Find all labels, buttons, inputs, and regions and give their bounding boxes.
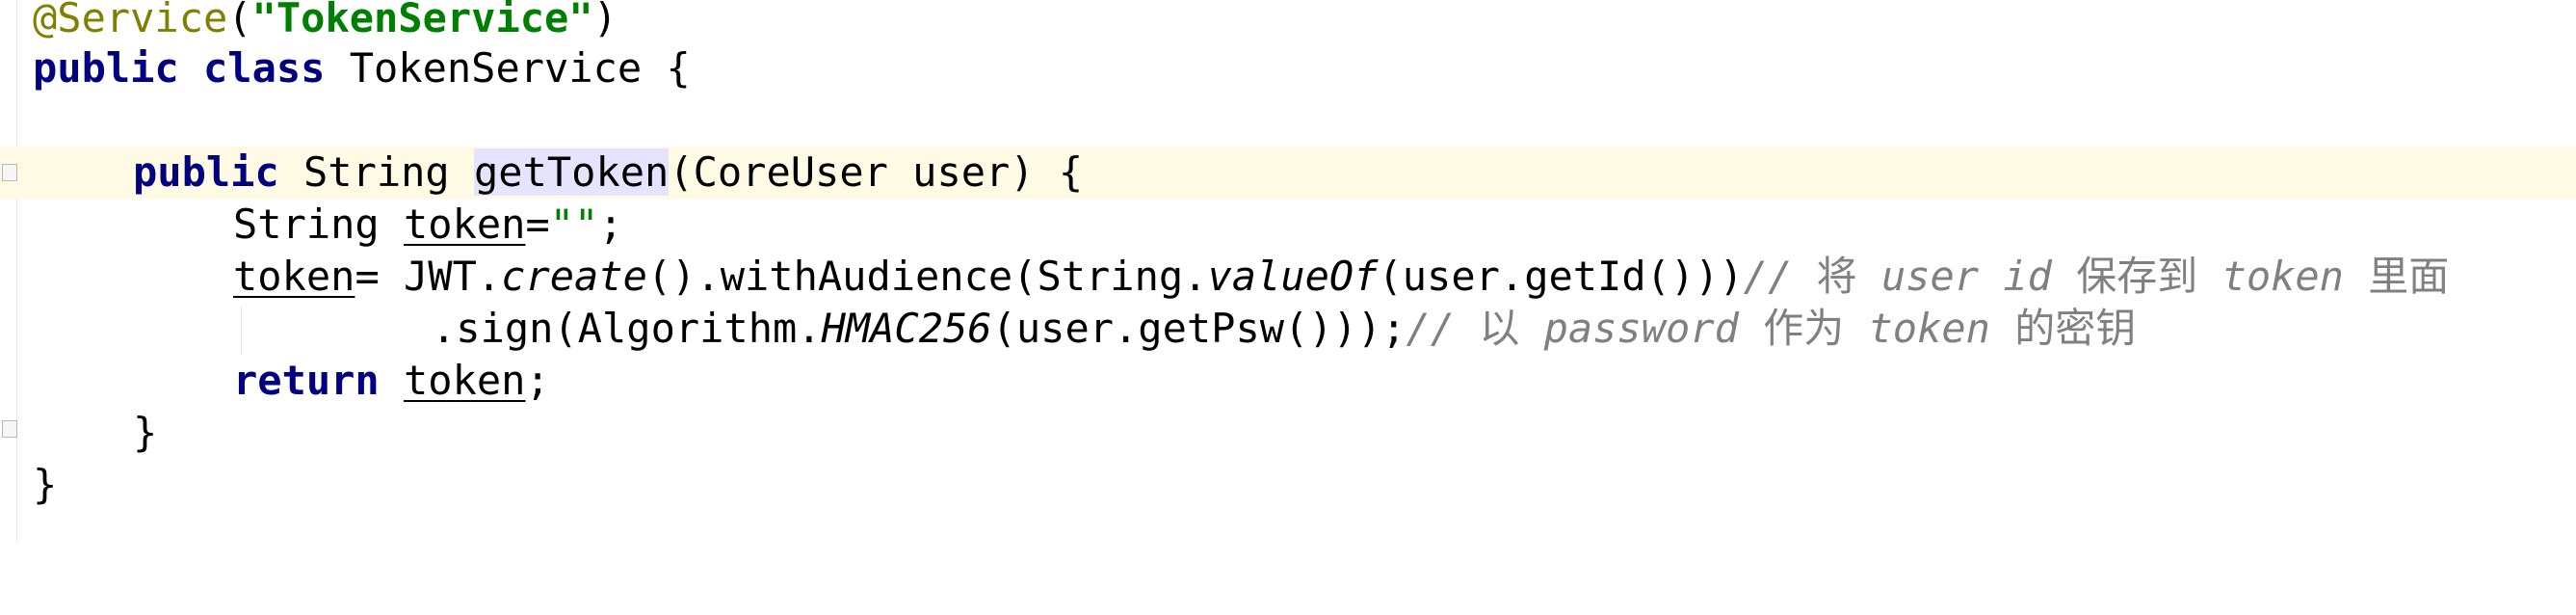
paren: ) [592, 0, 618, 41]
class-name: TokenService { [325, 44, 691, 92]
comment: // 将 user id 保存到 token 里面 [1743, 253, 2450, 300]
keyword: public [33, 44, 179, 92]
variable: token [404, 201, 526, 248]
type: String [233, 201, 405, 248]
static-method: valueOf [1207, 253, 1379, 300]
keyword: public [133, 148, 279, 196]
keyword: return [233, 357, 380, 404]
code-line-1[interactable]: @Service("TokenService") [0, 0, 2576, 44]
code-editor[interactable]: @Service("TokenService") public class To… [0, 0, 2576, 542]
code-line-3[interactable] [0, 94, 2576, 147]
comment: // 以 password 作为 token 的密钥 [1406, 305, 2137, 352]
semicolon: ; [598, 201, 623, 248]
method-name[interactable]: getToken [474, 148, 670, 196]
annotation: @Service [33, 0, 228, 41]
code-line-2[interactable]: public class TokenService { [0, 42, 2576, 94]
code-line-7[interactable]: .sign(Algorithm.HMAC256(user.getPsw()));… [0, 303, 2576, 355]
code-line-9[interactable]: } [0, 407, 2576, 459]
closing-brace: } [33, 461, 58, 508]
fold-open-icon[interactable] [2, 164, 17, 181]
code-text: (user.getPsw())); [991, 305, 1406, 352]
string-literal: "TokenService" [251, 0, 593, 41]
code-text: ().withAudience(String. [646, 253, 1208, 300]
code-line-6[interactable]: token= JWT.create().withAudience(String.… [0, 251, 2576, 303]
code-line-4[interactable]: public String getToken(CoreUser user) { [0, 147, 2576, 199]
code-line-10[interactable]: } [0, 459, 2576, 511]
string-literal: "" [549, 201, 599, 248]
code-text: .sign(Algorithm. [432, 305, 822, 352]
paren: ( [227, 0, 252, 41]
code-line-8[interactable]: return token; [0, 355, 2576, 407]
static-method: create [501, 253, 647, 300]
variable: token [404, 357, 526, 404]
code-line-5[interactable]: String token=""; [0, 199, 2576, 251]
static-field: HMAC256 [821, 305, 992, 352]
variable: token [233, 253, 355, 300]
fold-close-icon[interactable] [2, 420, 17, 438]
operator: = [525, 201, 550, 248]
code-text: = JWT. [355, 253, 502, 300]
return-type: String [278, 148, 475, 196]
semicolon: ; [525, 357, 550, 404]
params: (CoreUser user) { [669, 148, 1084, 196]
keyword: class [203, 44, 326, 92]
code-text: (user.getId())) [1378, 253, 1744, 300]
closing-brace: } [133, 409, 158, 456]
